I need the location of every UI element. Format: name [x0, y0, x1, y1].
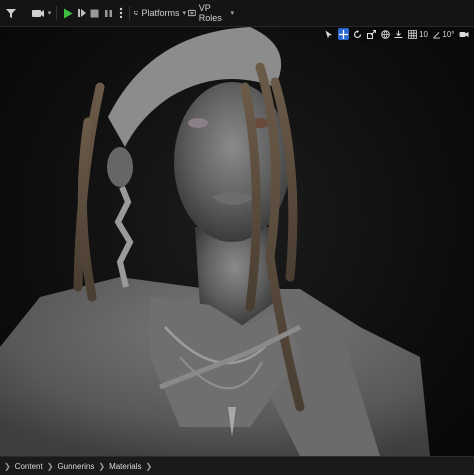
chevron-right-icon: ❯	[98, 461, 106, 471]
viewport-toolbar: 10 10°	[324, 27, 474, 41]
surface-snap-toggle[interactable]	[394, 28, 404, 40]
platforms-label: Platforms	[141, 8, 180, 18]
breadcrumb-item-materials[interactable]: Materials	[109, 462, 141, 471]
stop-icon	[90, 9, 98, 17]
play-icon	[64, 8, 73, 18]
toolbar-divider	[129, 6, 130, 20]
content-breadcrumb: ❯ Content ❯ Gunnerins ❯ Materials ❯	[0, 456, 474, 475]
camera-speed-button[interactable]	[459, 28, 471, 40]
camera-speed-icon	[459, 31, 469, 37]
chevron-down-icon: ▾	[230, 10, 234, 17]
breadcrumb-item-content[interactable]: Content	[15, 462, 43, 471]
toolbar-divider	[56, 6, 57, 20]
chevron-right-icon: ❯	[46, 461, 54, 471]
breadcrumb-item-gunnerins[interactable]: Gunnerins	[57, 462, 94, 471]
chevron-right-icon: ❯	[4, 461, 11, 471]
grid-snap-value: 10	[419, 29, 428, 39]
left-eye	[188, 118, 208, 128]
ear-shape	[107, 147, 133, 187]
more-icon	[119, 7, 123, 19]
stop-button[interactable]	[88, 4, 100, 22]
play-button[interactable]	[62, 4, 74, 22]
move-mode-button[interactable]	[337, 28, 350, 40]
surface-snap-icon	[394, 30, 403, 38]
scale-icon	[366, 29, 376, 39]
earring-shape	[114, 185, 134, 288]
grid-snap-icon	[408, 29, 417, 39]
character-render	[0, 27, 430, 456]
scale-mode-button[interactable]	[366, 28, 377, 40]
more-options-button[interactable]	[116, 4, 126, 22]
select-mode-button[interactable]	[324, 28, 334, 40]
chevron-down-icon: ▾	[47, 10, 52, 17]
world-icon	[380, 29, 390, 39]
step-button[interactable]	[76, 4, 88, 22]
vp-roles-icon	[188, 9, 196, 17]
rotate-icon	[354, 29, 362, 38]
chevron-down-icon: ▾	[182, 10, 186, 17]
move-icon	[338, 29, 348, 39]
platforms-icon	[134, 10, 139, 16]
filter-icon[interactable]	[4, 4, 18, 22]
rotation-snap-icon	[432, 31, 440, 38]
grid-snap-toggle[interactable]: 10	[407, 28, 428, 40]
pause-icon	[104, 9, 112, 17]
camera-icon	[31, 10, 44, 17]
pause-button[interactable]	[102, 4, 114, 22]
rotation-snap-toggle[interactable]: 10°	[432, 28, 455, 40]
platforms-dropdown[interactable]: Platforms ▾	[134, 4, 186, 22]
rotate-mode-button[interactable]	[353, 28, 363, 40]
step-icon	[78, 9, 86, 17]
vp-roles-label: VP Roles	[198, 3, 222, 23]
select-icon	[325, 30, 332, 38]
level-viewport[interactable]: 10 10°	[0, 27, 474, 456]
vp-roles-dropdown[interactable]: VP Roles ▾	[188, 3, 234, 23]
main-toolbar: ▾ Platforms ▾ VP Roles ▾	[0, 0, 474, 27]
rotation-snap-value: 10°	[442, 29, 455, 39]
camera-dropdown[interactable]: ▾	[30, 4, 52, 22]
chevron-right-icon: ❯	[145, 461, 153, 471]
world-local-toggle[interactable]	[380, 28, 390, 40]
